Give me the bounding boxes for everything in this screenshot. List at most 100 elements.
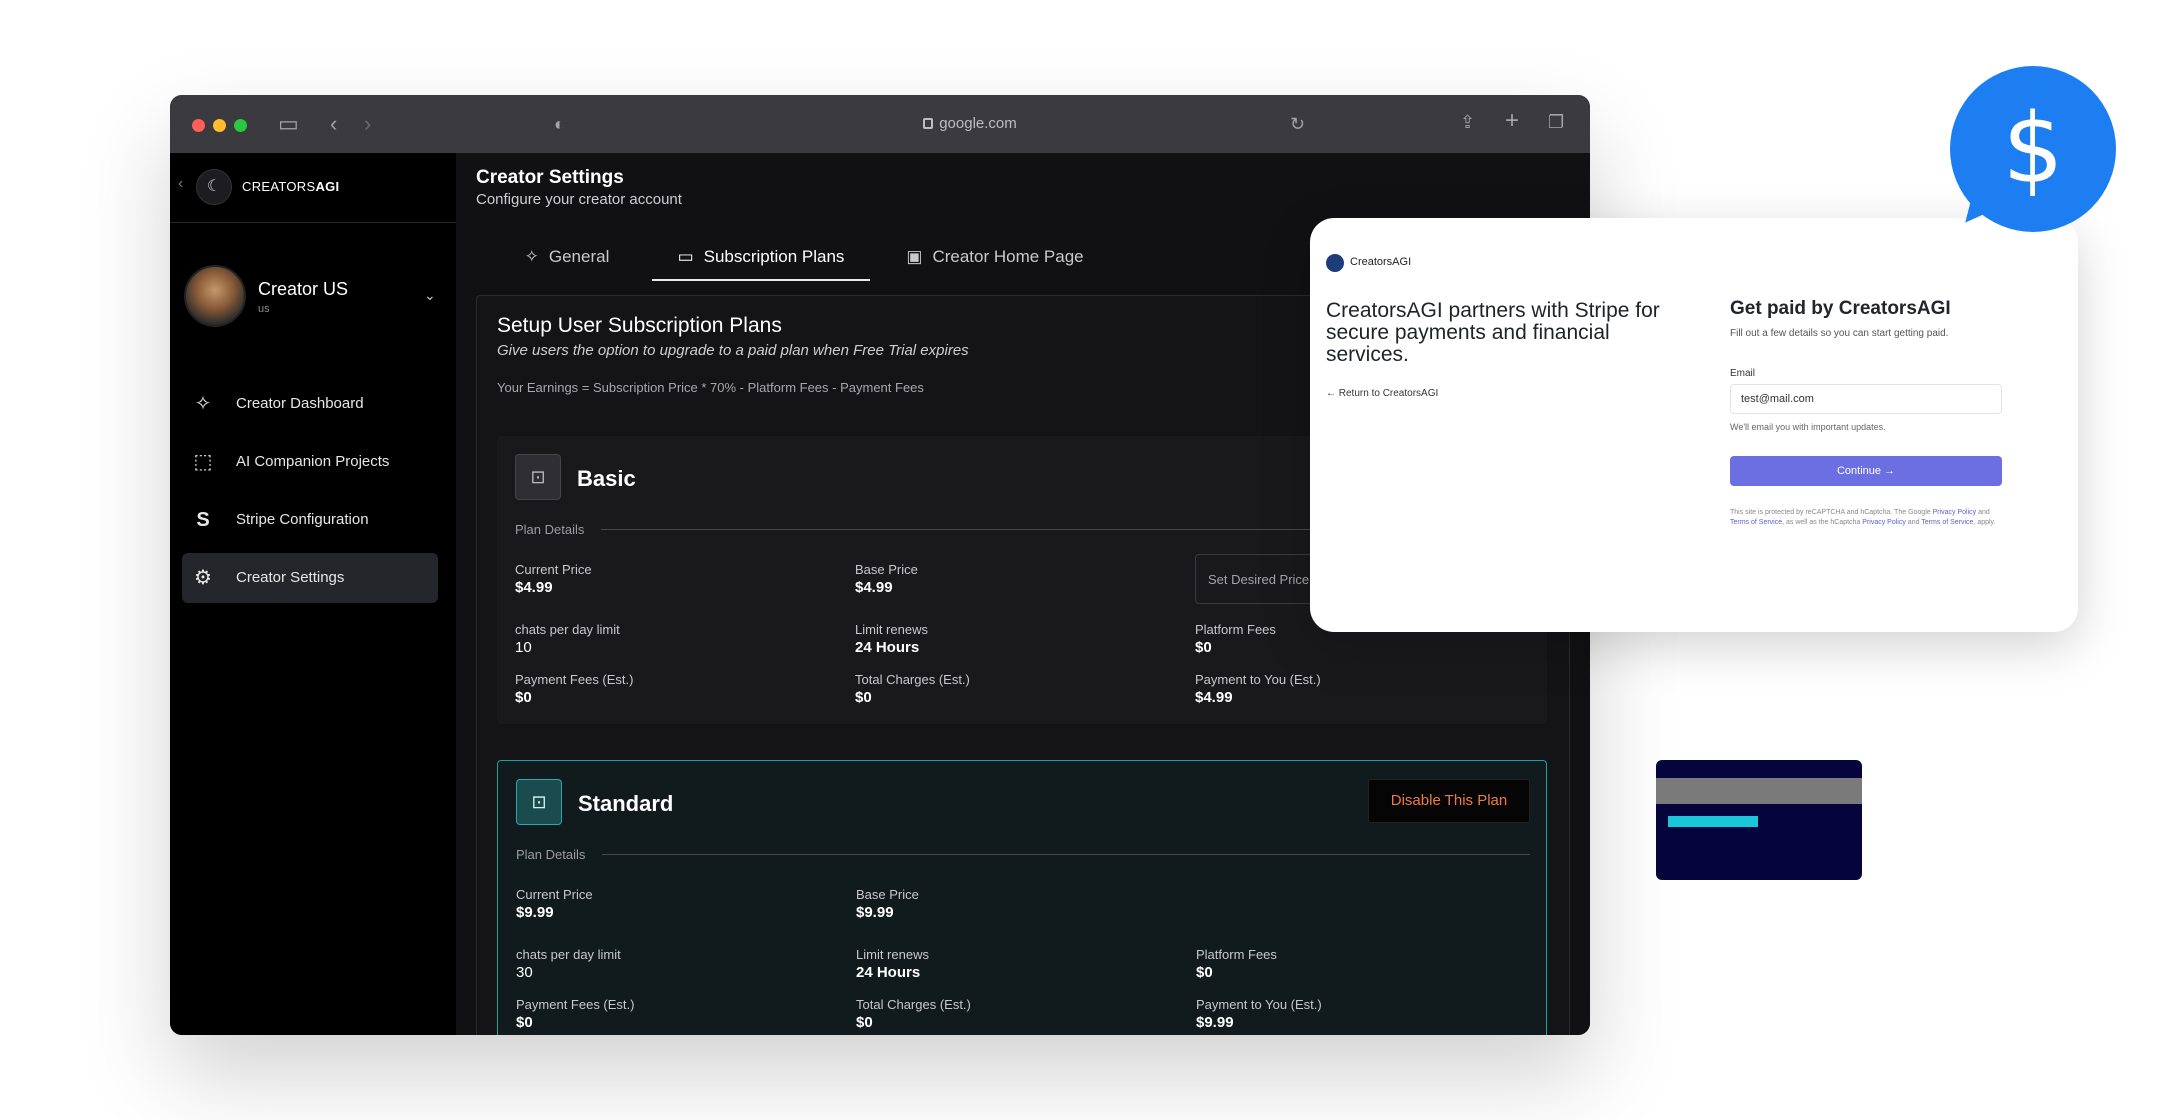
collapse-sidebar-icon[interactable]: ‹ — [178, 175, 183, 193]
forward-icon[interactable]: › — [364, 113, 371, 135]
field-value: 24 Hours — [856, 964, 921, 981]
chats-limit: chats per day limit 30 — [516, 947, 836, 983]
field-value: 10 — [515, 639, 532, 656]
user-menu[interactable]: Creator US us ⌄ — [170, 223, 456, 353]
field-value: $0 — [1196, 964, 1213, 981]
tab-label: Subscription Plans — [703, 247, 845, 266]
dollar-icon: $ — [1950, 66, 2116, 232]
field-value: $0 — [855, 689, 872, 706]
tab-subscription-plans[interactable]: ▭ Subscription Plans — [652, 231, 870, 281]
stripe-icon: S — [196, 509, 210, 531]
sidebar-item-creator-dashboard[interactable]: ✧ Creator Dashboard — [182, 379, 438, 429]
sidebar-item-label: Creator Settings — [236, 569, 345, 586]
credit-card-icon — [1656, 760, 1862, 880]
card-magnetic-stripe — [1656, 778, 1862, 804]
brand-name: CREATORSAGI — [242, 179, 339, 194]
field-label: Total Charges (Est.) — [856, 997, 971, 1012]
tab-label: Creator Home Page — [932, 247, 1084, 266]
page-title: Creator Settings — [476, 167, 624, 188]
browser-toolbar: ▭ ‹ › ◐ google.com ↻ ⇪ + ❐ — [170, 95, 1590, 153]
privacy-policy-link[interactable]: Privacy Policy — [1862, 519, 1906, 526]
email-label: Email — [1730, 368, 1756, 379]
sidebar-toggle-icon[interactable]: ▭ — [278, 113, 299, 135]
image-icon: ▣ — [906, 247, 923, 266]
brand-logo-icon: ☾ — [196, 169, 232, 205]
sparkle-icon: ✧ — [524, 247, 539, 266]
sidebar-item-label: Stripe Configuration — [236, 511, 369, 528]
legal-part: , as well as the hCaptcha — [1782, 519, 1863, 526]
field-label: Base Price — [856, 887, 919, 902]
stripe-brand: CreatorsAGI — [1350, 256, 1412, 268]
share-icon[interactable]: ⇪ — [1460, 111, 1475, 133]
disable-plan-button[interactable]: Disable This Plan — [1368, 779, 1530, 823]
current-price: Current Price $9.99 — [516, 887, 836, 923]
chevron-down-icon[interactable]: ⌄ — [424, 287, 436, 304]
field-label: Total Charges (Est.) — [855, 672, 970, 687]
total-charges: Total Charges (Est.) $0 — [855, 672, 1175, 708]
payment-fees: Payment Fees (Est.) $0 — [515, 672, 835, 708]
minimize-window-button[interactable] — [213, 119, 226, 132]
stripe-headline: CreatorsAGI partners with Stripe for sec… — [1326, 299, 1660, 366]
field-label: Payment Fees (Est.) — [516, 997, 635, 1012]
field-value: $0 — [1195, 639, 1212, 656]
shield-icon[interactable]: ◐ — [554, 113, 565, 135]
terms-link[interactable]: Terms of Service — [1921, 519, 1973, 526]
url-text: google.com — [939, 115, 1017, 132]
creatorsagi-logo-icon — [1326, 254, 1344, 272]
email-field[interactable]: test@mail.com — [1730, 384, 2002, 414]
stripe-form-desc: Fill out a few details so you can start … — [1730, 328, 1949, 339]
lock-icon — [923, 118, 934, 129]
sidebar-item-creator-settings[interactable]: ⚙ Creator Settings — [182, 553, 438, 603]
section-subtitle: Give users the option to upgrade to a pa… — [497, 342, 969, 359]
maximize-window-button[interactable] — [234, 119, 247, 132]
return-link[interactable]: ← Return to CreatorsAGI — [1326, 388, 1438, 399]
address-bar[interactable]: google.com — [830, 113, 1110, 135]
gear-icon: ⚙ — [194, 567, 212, 589]
reload-icon[interactable]: ↻ — [1290, 113, 1305, 135]
sidebar-item-stripe-configuration[interactable]: S Stripe Configuration — [182, 495, 438, 545]
field-label: chats per day limit — [515, 622, 620, 637]
field-value: $9.99 — [1196, 1014, 1234, 1031]
sidebar-item-ai-companion-projects[interactable]: ⬚ AI Companion Projects — [182, 437, 438, 487]
field-label: Platform Fees — [1196, 947, 1277, 962]
sidebar-item-label: AI Companion Projects — [236, 453, 390, 470]
tab-general[interactable]: ✧ General — [502, 231, 632, 281]
field-value: $9.99 — [856, 904, 894, 921]
close-window-button[interactable] — [192, 119, 205, 132]
plan-name: Standard — [578, 791, 674, 816]
continue-button[interactable]: Continue → — [1730, 456, 2002, 486]
plan-details-label: Plan Details — [516, 847, 586, 862]
sidebar: ‹ ☾ CREATORSAGI Creator US us ⌄ ✧ Creato… — [170, 153, 456, 1035]
field-label: Limit renews — [856, 947, 929, 962]
divider — [602, 854, 1530, 855]
back-icon[interactable]: ‹ — [330, 113, 337, 135]
limit-renews: Limit renews 24 Hours — [856, 947, 1176, 983]
field-label: Payment to You (Est.) — [1195, 672, 1321, 687]
legal-part: and — [1905, 519, 1922, 526]
tabs-overview-icon[interactable]: ❐ — [1548, 111, 1564, 133]
legal-part: This site is protected by reCAPTCHA and … — [1730, 509, 1933, 516]
tab-creator-home-page[interactable]: ▣ Creator Home Page — [890, 231, 1100, 281]
brand-header: ‹ ☾ CREATORSAGI — [170, 153, 456, 223]
card-icon: ▭ — [677, 247, 694, 266]
terms-link[interactable]: Terms of Service — [1730, 519, 1782, 526]
page-subtitle: Configure your creator account — [476, 191, 682, 208]
field-value: 24 Hours — [855, 639, 920, 656]
field-label: chats per day limit — [516, 947, 621, 962]
avatar — [184, 265, 246, 327]
field-value: $9.99 — [516, 904, 554, 921]
total-charges: Total Charges (Est.) $0 — [856, 997, 1176, 1033]
new-tab-icon[interactable]: + — [1505, 109, 1519, 133]
user-sub: us — [258, 303, 270, 315]
plan-details-label: Plan Details — [515, 522, 585, 537]
email-note: We'll email you with important updates. — [1730, 422, 1886, 432]
chart-icon: ⬚ — [193, 451, 213, 473]
field-value: 30 — [516, 964, 533, 981]
payment-fees: Payment Fees (Est.) $0 — [516, 997, 836, 1033]
privacy-policy-link[interactable]: Privacy Policy — [1933, 509, 1977, 516]
field-value: $4.99 — [515, 579, 553, 596]
current-price: Current Price $4.99 — [515, 562, 835, 598]
field-label: Payment Fees (Est.) — [515, 672, 634, 687]
chats-limit: chats per day limit 10 — [515, 622, 835, 658]
section-title: Setup User Subscription Plans — [497, 314, 782, 337]
